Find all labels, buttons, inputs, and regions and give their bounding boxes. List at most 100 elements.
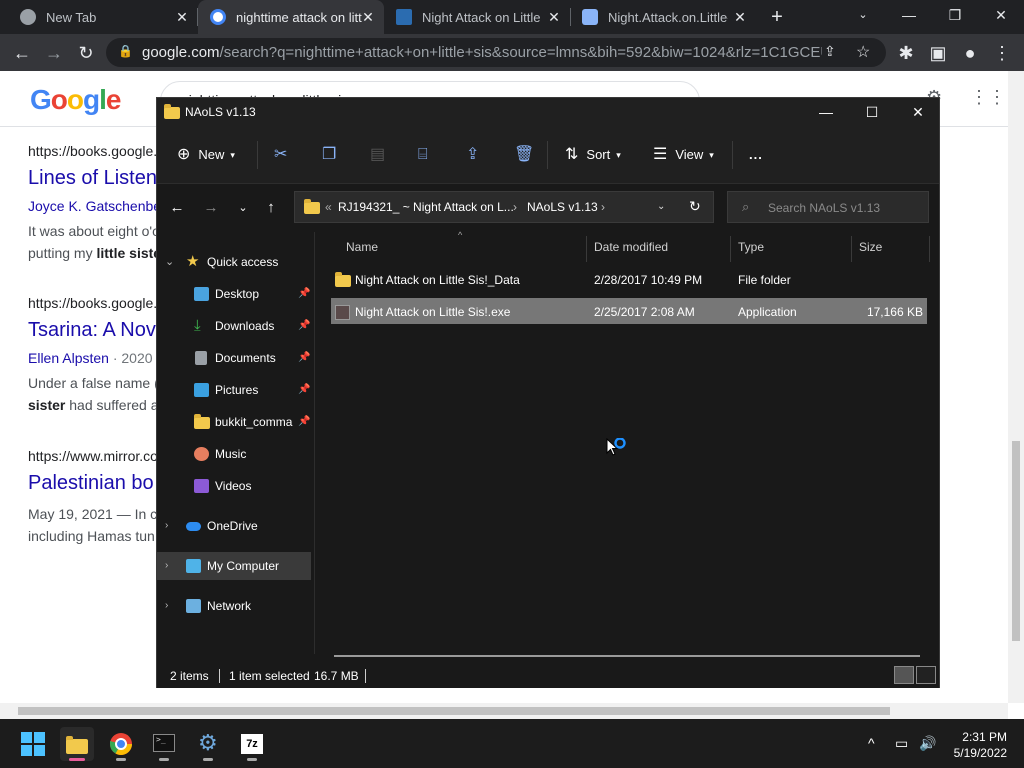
result-title[interactable]: Tsarina: A Nov	[28, 319, 158, 342]
column-header-size[interactable]: Size	[859, 240, 882, 254]
chevron-up-icon[interactable]: ^	[868, 735, 875, 751]
back-icon[interactable]: ←	[10, 41, 34, 65]
chrome-taskbar-icon[interactable]	[104, 727, 138, 761]
close-tab-icon[interactable]: ✕	[174, 9, 190, 25]
nav-videos[interactable]: Videos	[157, 472, 315, 500]
maximize-icon[interactable]: ☐	[849, 98, 895, 126]
scissors-icon: ✂	[274, 146, 288, 163]
scrollbar-thumb[interactable]	[1012, 441, 1020, 641]
view-button[interactable]: ☰ View ▾	[653, 143, 714, 167]
chevron-down-icon[interactable]: ⌄	[657, 201, 665, 212]
breadcrumb-overflow[interactable]: «	[325, 200, 332, 214]
tab-google-search[interactable]: nighttime attack on litt ✕	[198, 0, 384, 34]
copy-button[interactable]: ❐	[322, 143, 344, 167]
file-explorer-window: NAoLS v1.13 — ☐ ✕ ⊕ New ▾ ✂ ❐ ▤ ⌸ ⇪ 🗑 ⇅ Sor…	[156, 97, 940, 688]
file-explorer-taskbar-icon[interactable]	[60, 727, 94, 761]
window-title: NAoLS v1.13	[185, 105, 256, 119]
minimize-icon[interactable]: —	[803, 98, 849, 126]
nav-documents[interactable]: Documents 📌	[157, 344, 315, 372]
new-button[interactable]: ⊕ New ▾	[177, 143, 235, 167]
7zip-taskbar-icon[interactable]: 7z	[235, 727, 269, 761]
close-tab-icon[interactable]: ✕	[732, 9, 748, 25]
restore-icon[interactable]: ❐	[932, 0, 978, 34]
tab-search-icon[interactable]: ⌄	[840, 0, 886, 34]
nav-label: Network	[207, 599, 252, 613]
nav-desktop[interactable]: Desktop 📌	[157, 280, 315, 308]
breadcrumb-current[interactable]: NAoLS v1.13	[527, 200, 598, 214]
nav-onedrive[interactable]: › OneDrive	[157, 512, 315, 540]
result-title[interactable]: Palestinian bo	[28, 472, 158, 495]
address-bar[interactable]: 🔒 google.com/search?q=nighttime+attack+o…	[106, 38, 886, 67]
file-type: File folder	[738, 273, 791, 287]
large-icons-view-icon[interactable]	[916, 666, 936, 684]
scrollbar-thumb[interactable]	[18, 707, 890, 715]
tab-night-attack[interactable]: Night Attack on Little S ✕	[384, 0, 570, 34]
share-icon[interactable]: ⇪	[824, 43, 836, 60]
menu-icon[interactable]: ⋮	[990, 41, 1014, 65]
rename-button[interactable]: ⌸	[418, 143, 436, 167]
bookmark-star-icon[interactable]: ☆	[856, 42, 870, 62]
system-clock[interactable]: 2:31 PM 5/19/2022	[945, 729, 1007, 761]
nav-quick-access[interactable]: ⌄ ★ Quick access	[157, 248, 315, 276]
explorer-titlebar[interactable]: NAoLS v1.13 — ☐ ✕	[157, 98, 939, 126]
tab-night-attack-download[interactable]: Night.Attack.on.Little-S ✕	[570, 0, 756, 34]
result-author[interactable]: Ellen Alpsten · 2020	[28, 350, 158, 366]
terminal-taskbar-icon[interactable]: >_	[147, 727, 181, 761]
result-author[interactable]: Joyce K. Gatschenbe	[28, 198, 161, 214]
reload-icon[interactable]: ↻	[74, 41, 98, 65]
explorer-search-input[interactable]: ⌕ Search NAoLS v1.13	[727, 191, 929, 223]
nav-music[interactable]: Music	[157, 440, 315, 468]
details-view-icon[interactable]	[894, 666, 914, 684]
column-header-date[interactable]: Date modified	[594, 240, 668, 254]
windows-start-icon[interactable]	[16, 727, 50, 761]
address-url[interactable]: google.com/search?q=nighttime+attack+on+…	[142, 44, 822, 61]
side-panel-icon[interactable]: ▣	[926, 41, 950, 65]
cut-button[interactable]: ✂	[274, 143, 295, 167]
page-horizontal-scrollbar[interactable]	[0, 703, 1008, 719]
result-url[interactable]: https://books.google.	[28, 143, 158, 159]
breadcrumb-parent[interactable]: RJ194321_ ~ Night Attack on L...	[338, 200, 514, 214]
page-vertical-scrollbar[interactable]	[1008, 71, 1024, 703]
file-row[interactable]: Night Attack on Little Sis!_Data 2/28/20…	[331, 266, 927, 292]
google-doodle-logo[interactable]: Google	[30, 84, 121, 116]
file-list-scrollbar[interactable]	[334, 655, 920, 657]
nav-network[interactable]: › Network	[157, 592, 315, 620]
up-icon[interactable]: ↑	[259, 196, 283, 220]
sort-button[interactable]: ⇅ Sort ▾	[565, 143, 621, 167]
extensions-icon[interactable]: ✱	[894, 41, 918, 65]
result-title[interactable]: Lines of Listen	[28, 167, 158, 190]
address-breadcrumb[interactable]: « RJ194321_ ~ Night Attack on L... › NAo…	[294, 191, 714, 223]
recent-locations-icon[interactable]: ⌄	[231, 196, 255, 220]
close-tab-icon[interactable]: ✕	[546, 9, 562, 25]
forward-icon[interactable]: →	[199, 196, 223, 220]
nav-downloads[interactable]: ⤓ Downloads 📌	[157, 312, 315, 340]
delete-button[interactable]: 🗑	[514, 143, 542, 167]
profile-icon[interactable]: ●	[958, 41, 982, 65]
nav-bukkit-folder[interactable]: bukkit_comma 📌	[157, 408, 315, 436]
volume-icon[interactable]: 🔊	[919, 735, 936, 752]
paste-button[interactable]: ▤	[370, 143, 393, 167]
settings-taskbar-icon[interactable]: ⚙	[191, 727, 225, 761]
clock-time: 2:31 PM	[962, 730, 1007, 744]
forward-icon[interactable]: →	[42, 41, 66, 65]
more-options-button[interactable]: ...	[749, 143, 763, 167]
network-icon[interactable]: ▭	[895, 735, 908, 752]
back-icon[interactable]: ←	[165, 196, 189, 220]
close-tab-icon[interactable]: ✕	[360, 9, 376, 25]
minimize-icon[interactable]: —	[886, 0, 932, 34]
tab-new-tab[interactable]: New Tab ✕	[8, 0, 198, 34]
column-header-type[interactable]: Type	[738, 240, 764, 254]
apps-grid-icon[interactable]: ⋮⋮	[970, 87, 1006, 109]
file-row[interactable]: Night Attack on Little Sis!.exe 2/25/201…	[331, 298, 927, 324]
refresh-icon[interactable]: ↻	[689, 198, 701, 215]
share-button[interactable]: ⇪	[466, 143, 487, 167]
nav-my-computer[interactable]: › My Computer	[157, 552, 311, 580]
google-icon	[210, 9, 226, 25]
nav-pictures[interactable]: Pictures 📌	[157, 376, 315, 404]
close-window-icon[interactable]: ✕	[895, 98, 941, 126]
new-tab-button[interactable]: +	[765, 6, 789, 28]
result-url[interactable]: https://www.mirror.co	[28, 448, 158, 464]
close-window-icon[interactable]: ✕	[978, 0, 1024, 34]
result-url[interactable]: https://books.google.	[28, 295, 158, 311]
column-header-name[interactable]: Name	[346, 240, 378, 254]
